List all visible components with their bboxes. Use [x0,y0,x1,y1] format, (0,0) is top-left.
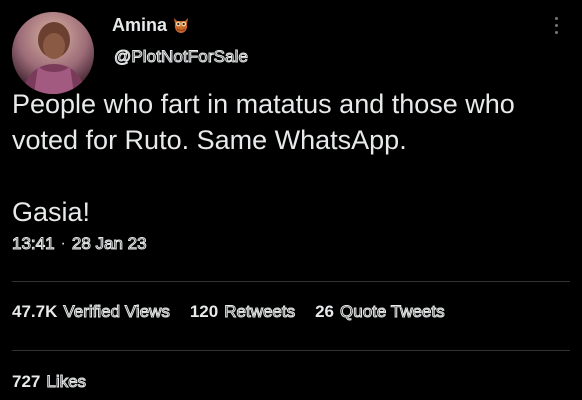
tweet-time[interactable]: 13:41 [12,234,56,254]
retweets-count: 120 [189,302,219,321]
tweet-detail: Amina @PlotNotForSale People who fart in… [0,0,582,400]
views-label: Verified Views [63,302,170,322]
quote-tweets-stat[interactable]: 26 Quote Tweets [315,302,445,322]
avatar[interactable] [12,12,94,94]
likes-count: 727 [12,372,41,391]
tweet-timestamp[interactable]: 13:41 · 28 Jan 23 [12,234,148,254]
views-count: 47.7K [12,302,58,321]
tweet-text-line: Gasia! [12,197,91,227]
display-name[interactable]: Amina [112,15,167,36]
tweet-text-line: People who fart in matatus and those who… [12,89,515,155]
timestamp-separator: · [60,235,66,252]
more-dot [554,16,558,20]
quote-tweets-label: Quote Tweets [340,302,446,322]
likes-stat[interactable]: 727 Likes [12,372,87,392]
avatar-photo [12,12,94,94]
likes-label: Likes [46,372,87,392]
more-dot [554,23,558,27]
tweet-text: People who fart in matatus and those who… [12,86,572,230]
owl-icon [171,15,191,35]
author-name-row[interactable]: Amina [112,13,191,37]
quote-tweets-count: 26 [315,302,335,321]
views-stat[interactable]: 47.7K Verified Views [12,302,170,322]
author-handle[interactable]: @PlotNotForSale [113,47,248,67]
divider [12,350,570,351]
engagement-stats: 47.7K Verified Views 120 Retweets 26 Quo… [12,302,445,322]
retweets-label: Retweets [224,302,296,322]
more-dot [554,30,558,34]
more-options-button[interactable] [546,12,566,38]
retweets-stat[interactable]: 120 Retweets [189,302,296,322]
tweet-date[interactable]: 28 Jan 23 [71,234,147,254]
divider [12,281,570,282]
